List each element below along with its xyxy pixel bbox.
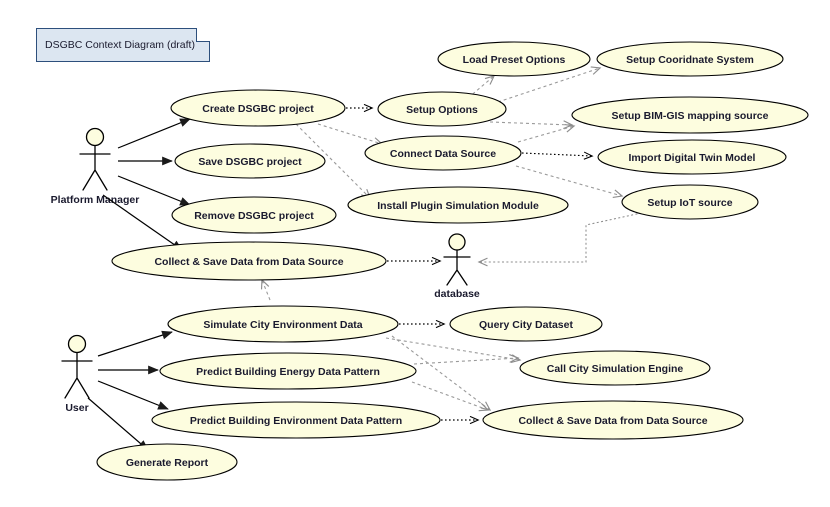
use-case-group: Create DSGBC project Save DSGBC project … (96, 41, 809, 481)
use-case-label: Setup BIM-GIS mapping source (612, 110, 769, 122)
use-case-label: Save DSGBC project (198, 156, 302, 168)
actor-body-icon (61, 352, 93, 399)
use-case-query-city-dataset[interactable]: Query City Dataset (449, 306, 603, 342)
actor-database[interactable]: database (434, 233, 480, 300)
use-case-label: Load Preset Options (463, 54, 566, 66)
assoc-platform-manager-to-create-project (117, 118, 191, 149)
use-case-label: Create DSGBC project (202, 103, 314, 115)
use-case-label: Setup Options (406, 104, 478, 116)
use-case-label: Query City Dataset (479, 319, 573, 331)
dep-predict-energy-to-collect-save-data (411, 381, 490, 412)
assoc-user-to-simulate-city-environment (97, 330, 173, 357)
actor-user[interactable]: User (61, 334, 93, 415)
use-case-connect-data-source[interactable]: Connect Data Source (364, 135, 522, 171)
use-case-label: Collect & Save Data from Data Source (518, 415, 707, 427)
use-case-install-plugin-simulation-module[interactable]: Install Plugin Simulation Module (347, 186, 569, 224)
use-case-import-digital-twin-model[interactable]: Import Digital Twin Model (597, 139, 787, 175)
actor-head-icon (85, 127, 105, 147)
actor-body-icon (79, 145, 111, 191)
actor-head-icon (448, 233, 466, 251)
dep-simulate-city-to-call-simulation-engine (385, 337, 522, 364)
use-case-setup-options[interactable]: Setup Options (377, 91, 507, 127)
use-case-simulate-city-environment-data[interactable]: Simulate City Environment Data (167, 305, 399, 343)
use-case-label: Generate Report (126, 457, 209, 469)
use-case-label: Predict Building Energy Data Pattern (196, 366, 380, 378)
use-case-setup-iot-source[interactable]: Setup IoT source (621, 184, 759, 220)
use-case-predict-building-energy-data-pattern[interactable]: Predict Building Energy Data Pattern (159, 352, 417, 390)
use-case-setup-bim-gis-mapping-source[interactable]: Setup BIM-GIS mapping source (571, 96, 809, 134)
actor-body-icon (443, 249, 471, 286)
use-case-collect-save-data-bottom[interactable]: Collect & Save Data from Data Source (482, 400, 744, 440)
actor-database-label: database (434, 288, 480, 300)
dep-connect-data-source-to-setup-bim-gis (517, 124, 576, 143)
use-case-generate-report[interactable]: Generate Report (96, 443, 238, 481)
use-case-remove-dsgbc-project[interactable]: Remove DSGBC project (171, 196, 337, 234)
actor-platform-manager[interactable]: Platform Manager (51, 127, 140, 207)
use-case-label: Call City Simulation Engine (547, 363, 684, 375)
use-case-save-dsgbc-project[interactable]: Save DSGBC project (174, 143, 326, 179)
dep-collect-save-data-to-simulate-city (260, 278, 271, 301)
dep-predict-energy-to-call-simulation-engine (413, 354, 520, 365)
association-group-platform-manager (102, 118, 191, 251)
dep-setup-options-to-setup-bim-gis (489, 120, 574, 130)
use-case-predict-building-environment-data-pattern[interactable]: Predict Building Environment Data Patter… (151, 401, 441, 439)
use-case-label: Setup Cooridnate System (626, 54, 754, 66)
use-case-label: Import Digital Twin Model (629, 152, 756, 164)
use-case-load-preset-options[interactable]: Load Preset Options (437, 41, 591, 77)
use-case-label: Remove DSGBC project (194, 210, 314, 222)
diagram-graphics: Platform Manager database User Create DS… (51, 41, 809, 481)
use-case-call-city-simulation-engine[interactable]: Call City Simulation Engine (519, 350, 711, 386)
actor-head-icon (67, 334, 87, 354)
use-case-label: Predict Building Environment Data Patter… (190, 415, 402, 427)
use-case-diagram-canvas: DSGBC Context Diagram (draft) Platform M… (0, 0, 830, 507)
actor-user-label: User (65, 402, 88, 414)
use-case-label: Simulate City Environment Data (203, 319, 362, 331)
dep-connect-data-source-to-import-digital-twin (521, 151, 594, 160)
actor-platform-manager-label: Platform Manager (51, 194, 140, 206)
use-case-setup-cooridnate-system[interactable]: Setup Cooridnate System (596, 41, 784, 77)
association-group-user (87, 330, 173, 451)
use-case-label: Setup IoT source (647, 197, 732, 209)
assoc-user-to-predict-building-environment (97, 380, 169, 410)
use-case-label: Connect Data Source (390, 148, 496, 160)
use-case-label: Collect & Save Data from Data Source (154, 256, 343, 268)
use-case-label: Install Plugin Simulation Module (377, 200, 539, 212)
use-case-create-dsgbc-project[interactable]: Create DSGBC project (170, 89, 346, 127)
assoc-platform-manager-to-collect-save-data (102, 194, 183, 251)
dep-create-project-to-connect-data-source (317, 123, 384, 146)
assoc-user-to-generate-report (87, 397, 149, 451)
use-case-collect-save-data-top[interactable]: Collect & Save Data from Data Source (111, 241, 387, 281)
